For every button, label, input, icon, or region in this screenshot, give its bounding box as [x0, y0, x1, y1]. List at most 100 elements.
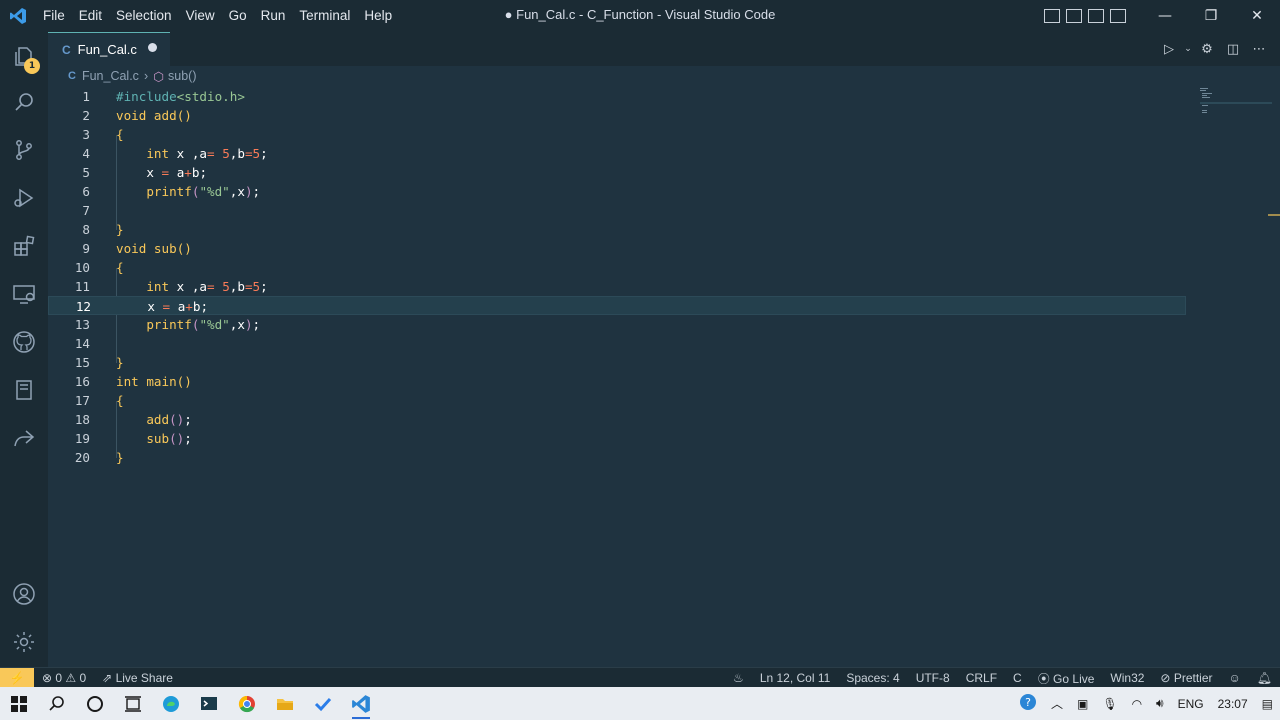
search-icon[interactable]	[38, 687, 76, 720]
search-icon[interactable]	[0, 80, 48, 124]
menu-bar: File Edit Selection View Go Run Terminal…	[36, 0, 399, 32]
close-button[interactable]: ✕	[1234, 8, 1280, 24]
cursor-position[interactable]: Ln 12, Col 11	[752, 671, 839, 685]
code-text: {	[116, 393, 124, 408]
menu-file[interactable]: File	[36, 0, 72, 32]
code-line[interactable]: 10 {	[48, 258, 1186, 277]
settings-gear-icon[interactable]	[0, 620, 48, 664]
line-number: 1	[82, 89, 90, 104]
explorer-icon[interactable]: 1	[0, 34, 48, 78]
live-share-icon[interactable]	[0, 416, 48, 460]
notebook-icon[interactable]	[0, 368, 48, 412]
toggle-primary-sidebar-icon[interactable]	[1044, 9, 1060, 23]
code-line[interactable]: 8 }	[48, 220, 1186, 239]
menu-view[interactable]: View	[179, 0, 222, 32]
device-icon[interactable]: ▣	[1070, 697, 1095, 711]
code-line[interactable]: 6 printf("%d",x);	[48, 182, 1186, 201]
menu-go[interactable]: Go	[222, 0, 254, 32]
end-of-line[interactable]: CRLF	[958, 671, 1005, 685]
code-line-current[interactable]: 12 x = a+b;	[48, 296, 1186, 315]
code-text: x = a+b;	[147, 299, 209, 314]
status-bar: ⚡ ⊗ 0 ⚠ 0 ⇗ Live Share ♨ Ln 12, Col 11 S…	[0, 667, 1280, 688]
flame-icon[interactable]: ♨	[725, 671, 752, 685]
code-line[interactable]: 1 #include<stdio.h>	[48, 87, 1186, 106]
breadcrumb-symbol[interactable]: sub()	[168, 69, 196, 83]
code-line[interactable]: 4 int x ,a= 5,b=5;	[48, 144, 1186, 163]
code-line[interactable]: 20 }	[48, 448, 1186, 467]
toggle-panel-icon[interactable]	[1066, 9, 1082, 23]
gear-icon[interactable]: ⚙	[1194, 42, 1220, 57]
breadcrumb-file[interactable]: Fun_Cal.c	[82, 69, 139, 83]
code-line[interactable]: 14	[48, 334, 1186, 353]
problems-status[interactable]: ⊗ 0 ⚠ 0	[34, 671, 94, 685]
language-indicator[interactable]: ENG	[1171, 697, 1211, 711]
unsaved-dot-icon[interactable]	[148, 43, 157, 52]
menu-help[interactable]: Help	[357, 0, 399, 32]
code-editor[interactable]: 1 #include<stdio.h> 2 void add() 3 { 4 i…	[48, 86, 1280, 667]
encoding[interactable]: UTF-8	[908, 671, 958, 685]
feedback-icon[interactable]: ☺	[1221, 671, 1249, 685]
code-line[interactable]: 18 add();	[48, 410, 1186, 429]
menu-terminal[interactable]: Terminal	[292, 0, 357, 32]
run-file-icon[interactable]: ▷	[1156, 42, 1182, 57]
line-number: 20	[74, 450, 90, 465]
cortana-icon[interactable]	[76, 687, 114, 720]
remote-icon[interactable]: ⚡	[0, 667, 34, 688]
chevron-up-icon[interactable]: ︿	[1044, 695, 1070, 712]
code-line[interactable]: 9 void sub()	[48, 239, 1186, 258]
windows-start-icon[interactable]	[0, 687, 38, 720]
github-icon[interactable]	[0, 320, 48, 364]
remote-explorer-icon[interactable]	[0, 272, 48, 316]
code-line[interactable]: 17 {	[48, 391, 1186, 410]
edge-icon[interactable]	[152, 687, 190, 720]
task-view-icon[interactable]	[114, 687, 152, 720]
code-line[interactable]: 15 }	[48, 353, 1186, 372]
menu-edit[interactable]: Edit	[72, 0, 109, 32]
code-line[interactable]: 3 {	[48, 125, 1186, 144]
vscode-logo-icon	[0, 7, 36, 25]
code-text: }	[116, 222, 124, 237]
clock[interactable]: 23:07	[1211, 697, 1255, 711]
file-explorer-icon[interactable]	[266, 687, 304, 720]
code-line[interactable]: 7	[48, 201, 1186, 220]
prettier[interactable]: ⊘ Prettier	[1152, 671, 1220, 685]
vscode-taskbar-icon[interactable]	[342, 687, 380, 720]
tab-fun-cal[interactable]: C Fun_Cal.c	[48, 32, 170, 66]
indentation[interactable]: Spaces: 4	[838, 671, 907, 685]
go-live[interactable]: ⦿ Go Live	[1030, 670, 1103, 687]
more-actions-icon[interactable]: ⋯	[1246, 42, 1272, 57]
code-text: }	[116, 355, 124, 370]
bell-icon[interactable]: 🔔︎	[1249, 671, 1280, 685]
menu-run[interactable]: Run	[254, 0, 293, 32]
customize-layout-icon[interactable]	[1110, 9, 1126, 23]
chrome-icon[interactable]	[228, 687, 266, 720]
chevron-down-icon[interactable]: ⌄	[1182, 44, 1194, 54]
code-line[interactable]: 2 void add()	[48, 106, 1186, 125]
code-line[interactable]: 11 int x ,a= 5,b=5;	[48, 277, 1186, 296]
code-line[interactable]: 19 sub();	[48, 429, 1186, 448]
platform[interactable]: Win32	[1102, 671, 1152, 685]
wifi-icon[interactable]: ◠	[1125, 697, 1149, 711]
volume-icon[interactable]: 🔊︎	[1149, 696, 1171, 711]
restore-button[interactable]: ❐	[1188, 8, 1234, 24]
minimize-button[interactable]: —	[1142, 8, 1188, 24]
code-line[interactable]: 5 x = a+b;	[48, 163, 1186, 182]
account-icon[interactable]	[0, 572, 48, 616]
code-line[interactable]: 16 int main()	[48, 372, 1186, 391]
terminal-app-icon[interactable]	[190, 687, 228, 720]
minimap[interactable]	[1200, 88, 1272, 118]
code-line[interactable]: 13 printf("%d",x);	[48, 315, 1186, 334]
live-share-status[interactable]: ⇗ Live Share	[94, 671, 181, 685]
menu-selection[interactable]: Selection	[109, 0, 179, 32]
source-control-icon[interactable]	[0, 128, 48, 172]
line-number: 17	[74, 393, 90, 408]
language-mode[interactable]: C	[1005, 671, 1030, 685]
extensions-icon[interactable]	[0, 224, 48, 268]
help-icon[interactable]: ?	[1012, 693, 1044, 714]
run-debug-icon[interactable]	[0, 176, 48, 220]
todo-icon[interactable]	[304, 687, 342, 720]
microphone-icon[interactable]: 🎙︎	[1095, 697, 1124, 711]
split-editor-icon[interactable]: ◫	[1220, 42, 1246, 57]
notifications-icon[interactable]: ▤	[1255, 697, 1280, 711]
toggle-secondary-sidebar-icon[interactable]	[1088, 9, 1104, 23]
